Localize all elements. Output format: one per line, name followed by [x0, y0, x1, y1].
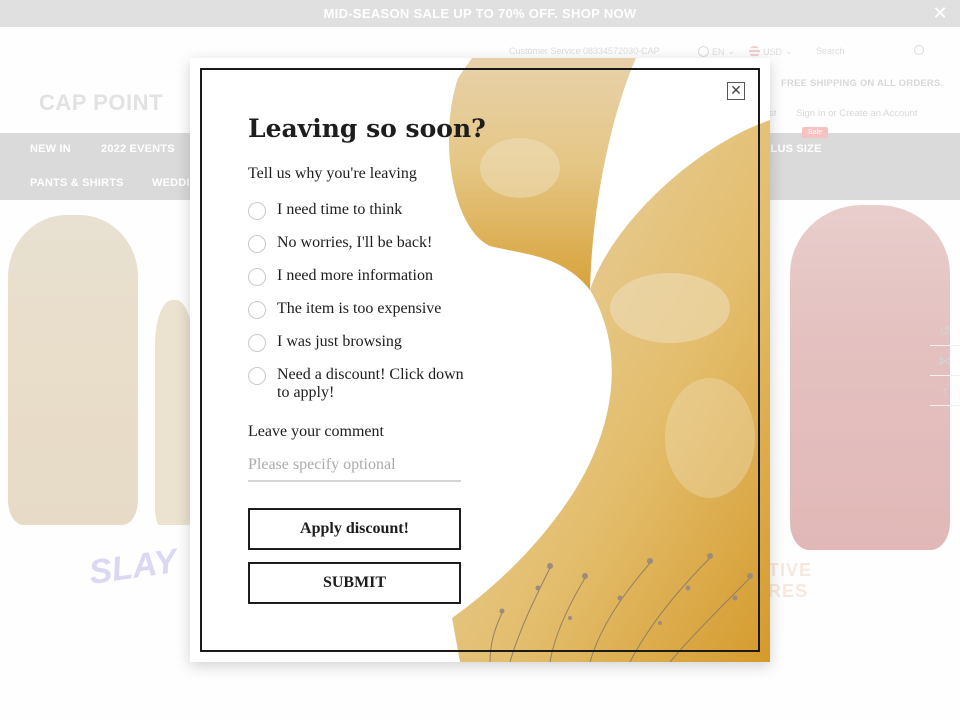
radio-button[interactable] — [248, 301, 266, 319]
modal-title: Leaving so soon? — [248, 114, 486, 143]
reason-option[interactable]: The item is too expensive — [248, 300, 478, 319]
reason-option[interactable]: Need a discount! Click down to apply! — [248, 366, 478, 402]
radio-button[interactable] — [248, 268, 266, 286]
reason-label[interactable]: Need a discount! Click down to apply! — [277, 366, 478, 402]
reason-label[interactable]: I need time to think — [277, 201, 402, 219]
apply-discount-button[interactable]: Apply discount! — [248, 508, 461, 550]
radio-button[interactable] — [248, 202, 266, 220]
comment-input[interactable] — [248, 450, 461, 482]
reason-option[interactable]: I need time to think — [248, 201, 478, 220]
reason-label[interactable]: I need more information — [277, 267, 433, 285]
reason-label[interactable]: I was just browsing — [277, 333, 402, 351]
submit-button[interactable]: SUBMIT — [248, 562, 461, 604]
reason-option[interactable]: No worries, I'll be back! — [248, 234, 478, 253]
radio-button[interactable] — [248, 235, 266, 253]
reason-label[interactable]: No worries, I'll be back! — [277, 234, 432, 252]
radio-button[interactable] — [248, 367, 266, 385]
radio-button[interactable] — [248, 334, 266, 352]
reason-option[interactable]: I was just browsing — [248, 333, 478, 352]
reason-label[interactable]: The item is too expensive — [277, 300, 441, 318]
exit-intent-modal: ✕ Leaving so soon? Tell us why you're le… — [190, 58, 770, 662]
reason-radio-group: I need time to think No worries, I'll be… — [248, 201, 478, 416]
reason-option[interactable]: I need more information — [248, 267, 478, 286]
modal-subtitle: Tell us why you're leaving — [248, 165, 417, 182]
modal-close-button[interactable]: ✕ — [727, 82, 745, 100]
comment-label: Leave your comment — [248, 423, 384, 440]
